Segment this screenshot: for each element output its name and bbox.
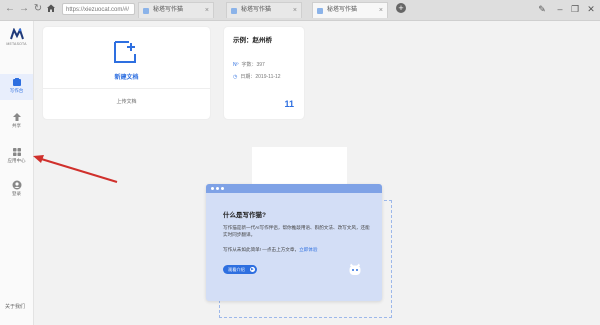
upload-document-link[interactable]: 上传文档 <box>43 98 210 105</box>
browser-tab-3[interactable]: 秘塔写作猫 × <box>312 2 388 18</box>
sample-document-card[interactable]: 示例：赵州桥 Nº 字数：397 ◷ 日期：2019-11-12 11 <box>224 27 304 119</box>
home-icon[interactable] <box>45 3 57 15</box>
intro-popup: 什么是写作猫? 写作猫是新一代AI写作伴侣，帮你推敲用语、斟酌文法、改写文风，还… <box>206 184 382 301</box>
back-icon[interactable]: ← <box>4 3 16 15</box>
sidebar-item-writing[interactable]: 写作台 <box>0 74 33 100</box>
blank-panel <box>252 147 347 184</box>
apps-icon <box>12 148 21 156</box>
play-icon: ▶ <box>250 267 255 272</box>
window-dot-icon <box>211 187 214 190</box>
browser-tab-2[interactable]: 秘塔写作猫 × <box>226 2 302 18</box>
reload-icon[interactable]: ↻ <box>32 3 44 15</box>
tab-label: 秘塔写作猫 <box>241 7 272 13</box>
tab-close-icon[interactable]: × <box>293 3 297 18</box>
watch-intro-label: 观看介绍 <box>228 267 245 272</box>
sidebar-item-label: 登录 <box>12 191 21 196</box>
logo-icon <box>10 28 24 40</box>
tab-favicon-icon <box>317 8 323 14</box>
intro-question-text: 写作从未如此简单! — <box>223 247 267 252</box>
date-row: ◷ 日期：2019-11-12 <box>233 73 281 80</box>
clock-icon: ◷ <box>233 74 238 80</box>
watch-intro-button[interactable]: 观看介绍 ▶ <box>223 265 257 274</box>
restore-icon[interactable]: ❐ <box>569 3 581 15</box>
share-icon <box>12 113 21 121</box>
tab-favicon-icon <box>231 8 237 14</box>
intro-question: 写作从未如此简单! —点击上方文章，立即体验 <box>223 247 317 253</box>
intro-text: 写作猫是新一代AI写作伴侣，帮你推敲用语、斟酌文法、改写文风，还能实时同步翻译。 <box>223 225 370 237</box>
word-count-icon: Nº <box>233 62 239 68</box>
new-document-icon <box>114 41 136 63</box>
document-date: 日期：2019-11-12 <box>240 74 281 80</box>
user-icon <box>12 180 21 190</box>
pin-icon[interactable]: ✎ <box>536 3 548 15</box>
sidebar: METASOTA 写作台 共享 应用中心 登录 关于我们 <box>0 21 34 325</box>
word-count-row: Nº 字数：397 <box>233 61 265 68</box>
logo-text: METASOTA <box>6 42 27 46</box>
forward-icon[interactable]: → <box>18 3 30 15</box>
try-now-link[interactable]: 立即体验 <box>299 247 317 252</box>
tab-close-icon[interactable]: × <box>379 3 383 18</box>
tab-label: 秘塔写作猫 <box>327 7 358 13</box>
intro-header <box>206 184 382 193</box>
new-tab-icon[interactable]: + <box>396 3 406 13</box>
sidebar-item-login[interactable]: 登录 <box>0 177 33 203</box>
sidebar-item-share[interactable]: 共享 <box>0 109 33 135</box>
minimize-icon[interactable]: – <box>554 3 566 15</box>
browser-tab-1[interactable]: 秘塔写作猫 × <box>138 2 214 18</box>
sidebar-item-label: 应用中心 <box>7 158 26 163</box>
browser-toolbar: ← → ↻ https://xiezuocat.com/#/ 秘塔写作猫 × 秘… <box>0 0 600 21</box>
writing-icon <box>12 78 21 86</box>
tab-favicon-icon <box>143 8 149 14</box>
tab-label: 秘塔写作猫 <box>153 7 184 13</box>
close-icon[interactable]: ✕ <box>585 3 597 15</box>
word-count: 字数：397 <box>241 62 265 68</box>
about-us-link[interactable]: 关于我们 <box>5 303 25 310</box>
sidebar-item-label: 共享 <box>12 123 21 128</box>
sidebar-item-label: 写作台 <box>9 88 24 93</box>
intro-title: 什么是写作猫? <box>223 212 266 219</box>
new-document-card[interactable]: 新建文档 上传文档 <box>43 27 210 119</box>
window-dot-icon <box>216 187 219 190</box>
sidebar-item-apps[interactable]: 应用中心 <box>0 144 33 170</box>
sample-document-title: 示例：赵州桥 <box>233 37 272 44</box>
window-dot-icon <box>221 187 224 190</box>
intro-question-more: 点击上方文章， <box>266 247 300 252</box>
new-document-title: 新建文档 <box>114 75 139 81</box>
address-bar[interactable]: https://xiezuocat.com/#/ <box>62 3 135 15</box>
tab-close-icon[interactable]: × <box>205 3 209 18</box>
cat-mascot-icon <box>349 263 361 275</box>
card-divider <box>43 88 210 89</box>
document-count: 11 <box>284 99 294 109</box>
